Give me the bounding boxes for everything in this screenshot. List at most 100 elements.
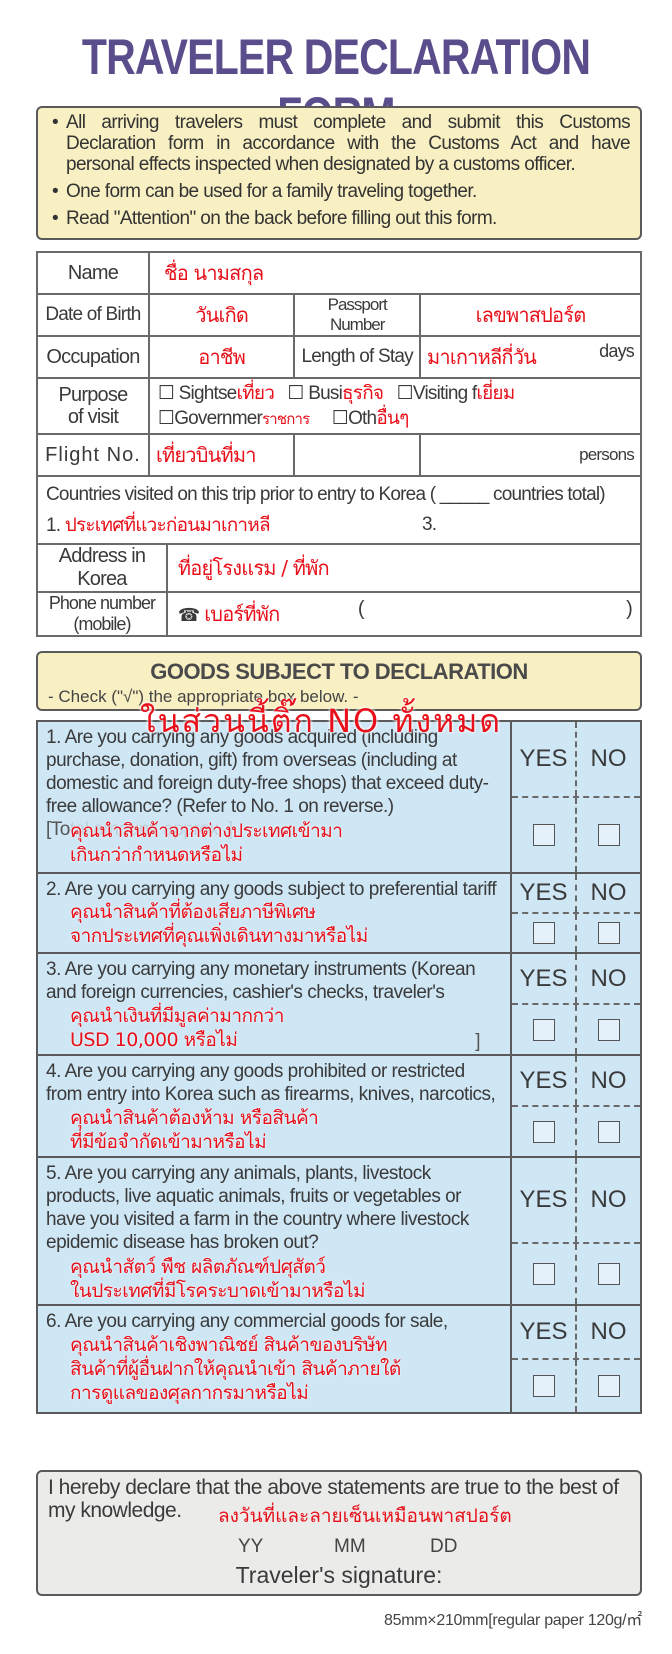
purpose-option-visiting[interactable]: ☐Visiting fเยี่ยม [397,382,516,404]
checkbox-icon: ☐ [157,383,175,404]
yes-checkbox[interactable] [532,1375,555,1397]
checkbox-icon: ☐ [287,383,305,404]
no-checkbox[interactable] [597,1375,620,1397]
question-note: ในประเทศที่มีโรคระบาดเข้ามาหรือไม่ [70,1280,366,1303]
purpose-label-line2: of visit [67,406,119,428]
purpose-option-government[interactable]: ☐Governmerราชการ [158,408,310,429]
stay-value: มาเกาหลีกี่วัน [427,345,537,369]
yes-checkbox[interactable] [532,1120,555,1143]
yes-label: YES [512,954,577,1003]
question-row: 3. Are you carrying any monetary instrum… [38,954,640,1056]
date-day-label: DD [430,1536,458,1557]
passport-label: Passport Number [293,293,421,337]
no-checkbox[interactable] [597,922,620,944]
purpose-option-other[interactable]: ☐Othอื่นๆ [332,407,409,429]
question-note: คุณนำสินค้าที่ต้องเสียภาษีพิเศษ [70,901,316,924]
passport-field[interactable]: เลขพาสปอร์ต [419,293,642,337]
question-text-cell: 3. Are you carrying any monetary instrum… [38,954,512,1054]
dob-row: Date of Birth วันเกิด Passport Number เล… [36,293,642,337]
question-text-cell: 4. Are you carrying any goods prohibited… [38,1056,512,1156]
answer-cells: YES NO [512,1056,640,1156]
question-text-cell: 2. Are you carrying any goods subject to… [38,874,512,952]
purpose-row: Purpose of visit ☐ Sightseเที่ยว ☐ Busiธ… [36,377,643,435]
no-checkbox[interactable] [597,1018,620,1041]
stay-label: Length of Stay [293,335,421,379]
question-text: 6. Are you carrying any commercial goods… [46,1311,448,1332]
question-row: 2. Are you carrying any goods subject to… [38,874,640,954]
no-checkbox[interactable] [597,824,620,846]
question-note: คุณนำสินค้าต้องห้าม หรือสินค้า [70,1107,319,1130]
no-checkbox[interactable] [597,1263,620,1285]
purpose-option-business[interactable]: ☐ Busiธุรกิจ [287,382,385,404]
answer-cells: YES NO [512,1306,640,1412]
date-month-label: MM [334,1536,366,1557]
question-text: 2. Are you carrying any goods subject to… [46,879,497,900]
flight-row: Flight No. เที่ยวบินที่มา persons [36,433,642,477]
yes-checkbox[interactable] [532,824,555,846]
question-note: การดูแลของศุลกากรมาหรือไม่ [70,1382,309,1405]
question-text-cell: 5. Are you carrying any animals, plants,… [38,1158,512,1304]
occupation-field[interactable]: อาชีพ [147,335,296,379]
yes-label: YES [512,1158,577,1242]
question-note: คุณนำสินค้าจากต่างประเทศเข้ามา [70,820,343,843]
date-year-label: YY [238,1536,264,1557]
no-label: NO [590,745,627,772]
no-label: NO [590,1186,627,1213]
question-note: USD 10,000 หรือไม่ [70,1029,238,1052]
no-checkbox[interactable] [597,1120,620,1143]
occupation-row: Occupation อาชีพ Length of Stay มาเกาหลี… [36,335,642,379]
countries-label: Countries visited on this trip prior to … [46,483,606,505]
yes-checkbox[interactable] [532,1263,555,1285]
question-note: จากประเทศที่คุณเพิ่งเดินทางมาหรือไม่ [70,925,368,948]
notice-bullet: Read "Attention" on the back before fill… [52,208,630,229]
question-row: 4. Are you carrying any goods prohibited… [38,1056,640,1158]
answer-cells: YES NO [512,874,640,952]
answer-cells: YES NO [512,1158,640,1304]
phone-value: เบอร์ที่พัก [204,602,280,626]
countries-entries[interactable]: 1. ประเทศที่แวะก่อนมาเกาหลี 3. [46,510,632,541]
question-row: 5. Are you carrying any animals, plants,… [38,1158,640,1306]
question-note: คุณนำสัตว์ พืช ผลิตภัณฑ์ปศุสัตว์ [70,1256,326,1279]
answer-cells: YES NO [512,722,640,872]
question-note: คุณนำสินค้าเชิงพาณิชย์ สินค้าของบริษัท [70,1334,387,1357]
phone-field[interactable]: ☎ เบอร์ที่พัก ( ) [165,591,643,637]
country-3-number: 3. [422,513,437,535]
yes-checkbox[interactable] [532,922,555,944]
question-text-cell: 6. Are you carrying any commercial goods… [38,1306,512,1412]
purpose-options: ☐ Sightseเที่ยว ☐ Busiธุรกิจ ☐Visiting f… [147,377,643,435]
name-value: ชื่อ นามสกุล [163,261,264,285]
purpose-option-sightseeing[interactable]: ☐ Sightseเที่ยว [157,382,275,404]
address-row: Address in Korea ที่อยู่โรงแรม / ที่พัก [36,543,643,593]
name-field[interactable]: ชื่อ นามสกุล [147,251,643,295]
questions-table: 1. Are you carrying any goods acquired (… [36,720,642,1414]
declaration-note: ลงวันที่และลายเซ็นเหมือนพาสปอร์ต [218,1505,512,1527]
yes-label: YES [512,874,577,912]
dob-label: Date of Birth [36,293,150,337]
address-label: Address in Korea [36,543,168,593]
persons-field[interactable]: persons [419,433,642,477]
stay-field[interactable]: มาเกาหลีกี่วัน days [419,335,642,379]
question-note: เกินกว่ากำหนดหรือไม่ [70,844,243,867]
yes-label: YES [512,1306,577,1358]
paper-spec: 85mm×210mm[regular paper 120g/㎡ [384,1612,642,1629]
yes-label: YES [512,722,577,796]
question-text: 5. Are you carrying any animals, plants,… [46,1163,469,1253]
declaration-box: I hereby declare that the above statemen… [36,1470,642,1596]
persons-label: persons [579,445,635,464]
dob-value: วันเกิด [195,303,249,327]
country-1-value: ประเทศที่แวะก่อนมาเกาหลี [64,513,271,536]
flight-extra-field[interactable] [293,433,421,477]
yes-checkbox[interactable] [532,1018,555,1041]
flight-field[interactable]: เที่ยวบินที่มา [147,433,296,477]
notice-bullet: All arriving travelers must complete and… [52,112,631,175]
flight-label: Flight No. [36,433,150,477]
question-extra: ] [475,1031,480,1052]
question-text: 4. Are you carrying any goods prohibited… [46,1061,496,1105]
no-label: NO [590,1318,627,1345]
dob-field[interactable]: วันเกิด [147,293,296,337]
address-field[interactable]: ที่อยู่โรงแรม / ที่พัก [165,543,643,593]
phone-paren-close: ) [626,598,633,620]
traveler-info-table: Name ชื่อ นามสกุล Date of Birth วันเกิด … [36,251,643,637]
goods-heading: GOODS SUBJECT TO DECLARATION [150,659,528,684]
flight-value: เที่ยวบินที่มา [155,443,257,467]
